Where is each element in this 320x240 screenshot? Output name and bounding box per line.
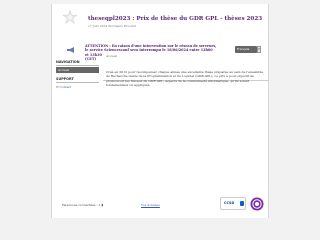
page-subtitle: 17 Juin 2024 Bordeaux Howard (88, 24, 136, 28)
support-heading: SUPPORT (56, 77, 99, 83)
sidebar-item-home[interactable]: Accueil (56, 67, 99, 73)
intro-text: Créé en 2012 pour récompenser chaque ann… (106, 70, 264, 87)
visitors-count: Personnes connectées : 1 ▮ (62, 203, 103, 207)
bar-chart-icon: ▮ (101, 203, 104, 207)
ccsd-mark-icon (240, 201, 244, 206)
visitors-label: Personnes connectées : 1 (62, 203, 101, 207)
contact-label: Contact (59, 85, 72, 89)
sidebar-item-contact[interactable]: ✉ Contact (56, 85, 99, 90)
navigation-heading: NAVIGATION (56, 60, 99, 66)
main-content: Accueil Créé en 2012 pour récompenser ch… (106, 54, 266, 87)
episciences-logo-icon[interactable] (250, 197, 264, 211)
privacy-link[interactable]: Vos données (141, 203, 160, 207)
page-frame: theseqpl2023 : Prix de thèse du GDR GPL … (51, 4, 269, 218)
ccsd-logo-text: CCSD (224, 201, 235, 205)
megaphone-icon (67, 47, 74, 53)
ccsd-logo[interactable]: CCSD (220, 197, 246, 210)
sidebar: NAVIGATION Accueil SUPPORT ✉ Contact (56, 60, 99, 90)
site-logo-icon (63, 10, 77, 24)
language-select[interactable]: Français (235, 46, 257, 53)
breadcrumb: Accueil (106, 54, 118, 58)
page-title[interactable]: theseqpl2023 : Prix de thèse du GDR GPL … (88, 16, 262, 22)
site-header: theseqpl2023 : Prix de thèse du GDR GPL … (52, 4, 270, 33)
chevron-down-icon[interactable]: ▾ (257, 46, 261, 53)
